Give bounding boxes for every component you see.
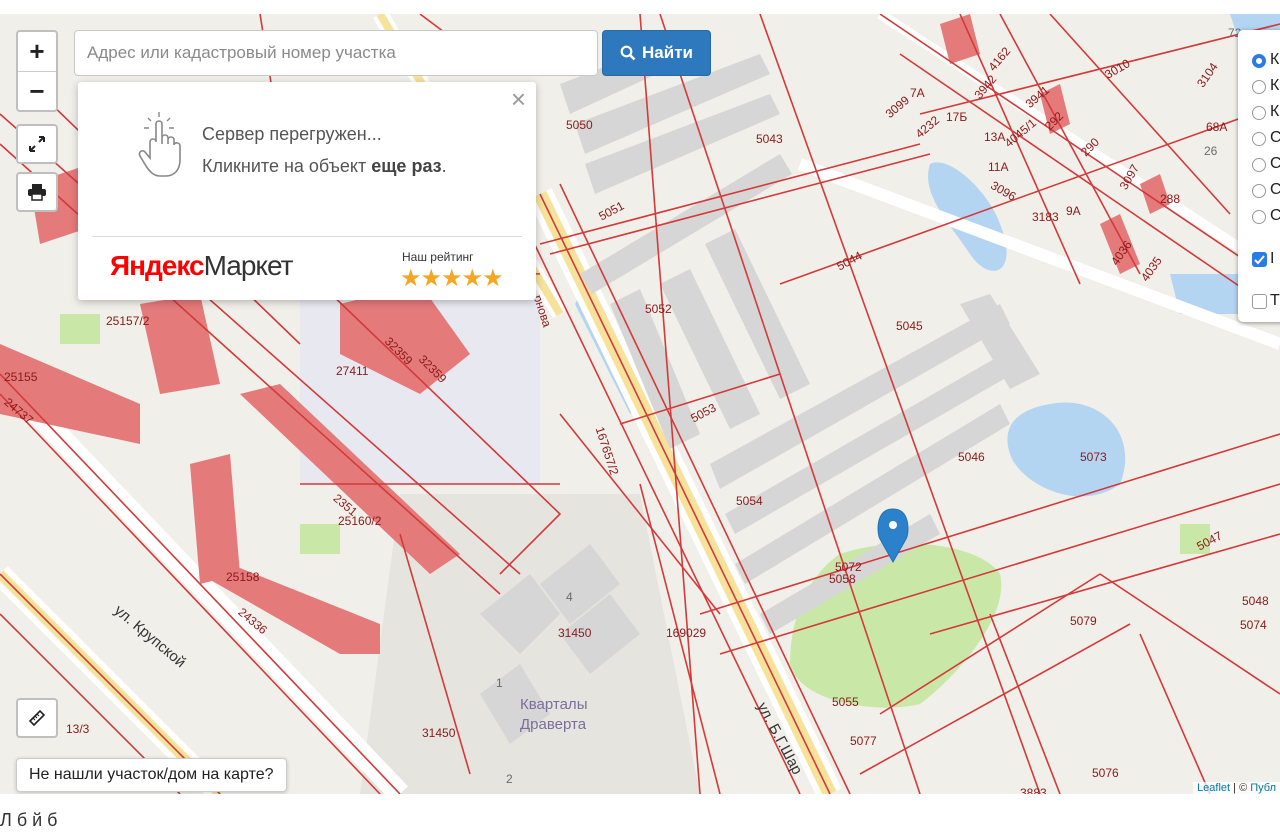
yandex-market-logo[interactable]: ЯндексМаркет (110, 250, 294, 282)
popup-hint-end: . (441, 156, 447, 176)
map-canvas[interactable]: 5050 5043 5051 5044 5052 5045 5053 5046 5073 5054… (0, 14, 1280, 794)
map-label: Драверта (520, 716, 587, 733)
map-label: 13/3 (66, 722, 90, 736)
print-button[interactable] (16, 172, 58, 212)
map-label: 5079 (1070, 614, 1097, 628)
map-label: 25157/2 (106, 314, 150, 328)
map-label: 1 (496, 676, 503, 690)
layer-checkbox[interactable] (1252, 294, 1267, 309)
map-label: 5054 (736, 494, 763, 508)
layer-radio-label: С (1270, 129, 1280, 146)
map-label: 5074 (1240, 618, 1267, 632)
map-label: 5072 (835, 560, 862, 574)
map-label: 11А (988, 160, 1009, 174)
layer-radio-label: С (1270, 181, 1280, 198)
check-icon (1254, 255, 1265, 265)
logo-part-market: Маркет (203, 250, 294, 281)
map-label: 5045 (896, 319, 923, 333)
map-label: 5076 (1092, 766, 1119, 780)
attribution-link[interactable]: Публ (1250, 782, 1276, 794)
logo-part-yandex: Яндекс (110, 250, 205, 281)
layer-radio-label: К (1270, 77, 1280, 94)
popup-hint-bold: еще раз (371, 156, 442, 176)
map-label: 169029 (666, 626, 707, 640)
map-label: Кварталы (506, 792, 573, 794)
rating-stars: ★★★★★ (400, 265, 504, 292)
map-label: 5058 (829, 572, 856, 586)
layer-radio[interactable] (1252, 158, 1266, 172)
map-label: 5052 (645, 302, 672, 316)
layer-radio[interactable] (1252, 80, 1266, 94)
find-button-label: Найти (642, 43, 693, 62)
printer-icon (28, 184, 46, 201)
map-label: 27411 (336, 364, 369, 378)
page-text-below-map: Л б й б (0, 810, 58, 830)
map-label: 2 (506, 772, 513, 786)
map-label: 3883 (1020, 786, 1047, 794)
map-label: 25155 (4, 370, 38, 384)
layer-radio-label: К (1270, 103, 1280, 120)
map-label: 5048 (1242, 594, 1269, 608)
map-label: 5077 (850, 734, 877, 748)
popup-hint-text: Кликните на объект (202, 156, 372, 176)
layer-checkbox-label: I (1270, 250, 1275, 267)
ruler-button[interactable] (16, 698, 58, 738)
map-label: 31450 (558, 626, 592, 640)
layer-radio-label: С (1270, 207, 1280, 224)
map-label: 288 (1160, 192, 1181, 206)
map-label: Кварталы (520, 696, 588, 713)
layer-radio-label: С (1270, 155, 1280, 172)
leaflet-link[interactable]: Leaflet (1197, 782, 1230, 794)
zoom-out-button[interactable]: − (18, 71, 56, 110)
map-label: 5055 (832, 695, 859, 709)
layers-panel: КККССССIT (1238, 30, 1280, 322)
map-label: 5043 (756, 132, 783, 146)
pointing-hand-icon (138, 112, 181, 177)
map-label: 5050 (566, 118, 593, 132)
map-label: 5046 (958, 450, 985, 464)
zoom-control: + − (16, 30, 58, 112)
server-overload-popup: × Сервер перегружен... Кликните на объек… (78, 82, 536, 300)
map-label: 4 (566, 590, 573, 604)
popup-divider (92, 236, 522, 237)
ruler-icon (28, 709, 46, 727)
map-label: 13А (984, 130, 1006, 144)
zoom-in-button[interactable]: + (18, 32, 56, 71)
layer-radio[interactable] (1252, 106, 1266, 120)
map-label: 25160/2 (338, 514, 382, 528)
search-input[interactable] (74, 30, 598, 76)
layer-radio[interactable] (1252, 184, 1266, 198)
find-button[interactable]: Найти (602, 30, 711, 76)
layer-checkbox-label: T (1270, 292, 1280, 309)
layer-checkbox[interactable] (1252, 252, 1267, 267)
popup-message-title: Сервер перегружен... (202, 124, 382, 144)
map-label: 17Б (946, 110, 968, 124)
not-found-button[interactable]: Не нашли участок/дом на карте? (16, 758, 287, 792)
map-label: 9А (1066, 204, 1081, 218)
map-label: 3183 (1032, 210, 1059, 224)
map-label: 68А (1206, 120, 1228, 134)
layer-radio[interactable] (1252, 210, 1266, 224)
map-attribution: Leaflet | © Публ (1193, 782, 1280, 794)
rating-label: Наш рейтинг (402, 250, 474, 264)
popup-message-hint: Кликните на объект еще раз. (202, 156, 447, 177)
map-label: 25158 (226, 570, 260, 584)
fullscreen-button[interactable] (16, 124, 58, 164)
layer-radio[interactable] (1252, 54, 1266, 68)
map-label: 5073 (1080, 450, 1107, 464)
map-label: 7А (910, 86, 925, 100)
map-label: 26 (1204, 144, 1218, 158)
map-label: 31450 (422, 726, 456, 740)
expand-icon (29, 136, 45, 152)
search-icon (620, 45, 636, 61)
layer-radio[interactable] (1252, 132, 1266, 146)
close-icon[interactable]: × (511, 86, 526, 112)
layer-radio-label: К (1270, 51, 1280, 68)
attribution-separator: | © (1230, 782, 1251, 794)
